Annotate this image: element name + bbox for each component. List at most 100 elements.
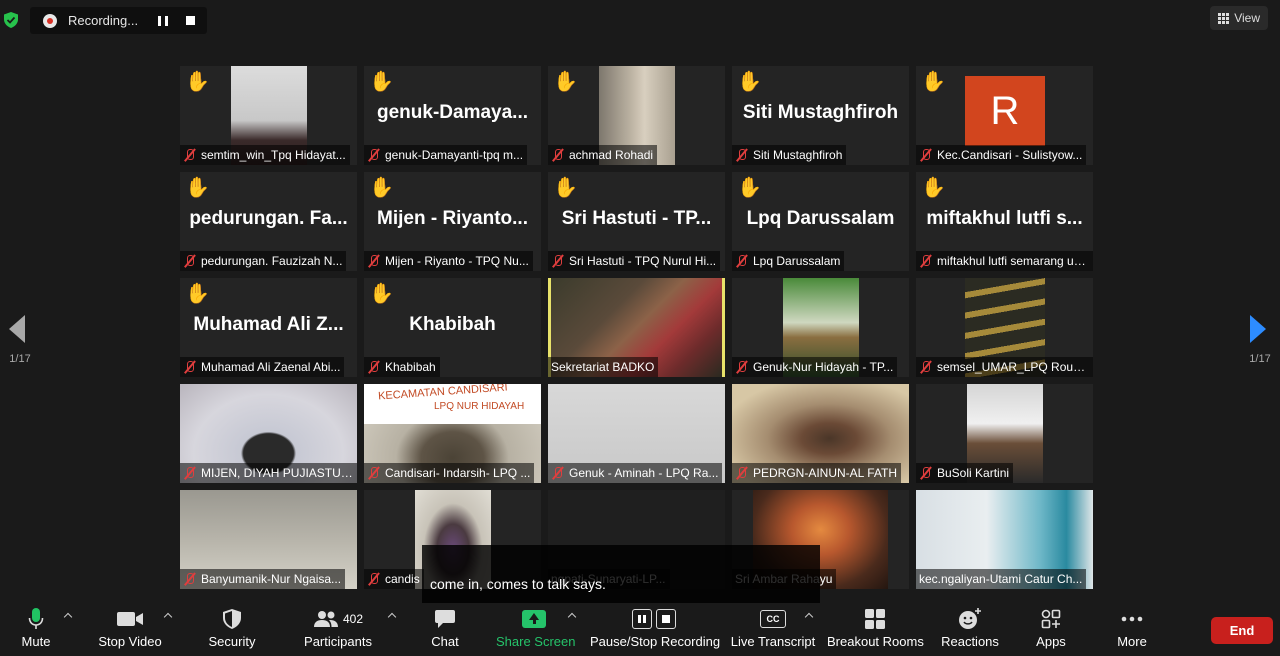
participant-tile[interactable]: kec.ngaliyan-Utami Catur Ch... bbox=[916, 490, 1093, 589]
participants-button[interactable]: 402 Participants bbox=[300, 604, 376, 656]
participant-name: BuSoli Kartini bbox=[937, 466, 1010, 480]
pause-stop-recording-button[interactable]: Pause/Stop Recording bbox=[590, 604, 721, 656]
participant-name: Khabibah bbox=[385, 360, 436, 374]
raised-hand-icon: ✋ bbox=[369, 177, 394, 199]
mute-button[interactable]: Mute bbox=[14, 604, 58, 656]
view-button[interactable]: View bbox=[1210, 6, 1268, 30]
more-dots-icon bbox=[1121, 616, 1143, 622]
encryption-shield-icon[interactable] bbox=[4, 12, 18, 28]
participant-name-label: Kec.Candisari - Sulistyow... bbox=[916, 145, 1087, 165]
apps-icon bbox=[1041, 609, 1061, 629]
participant-tile[interactable]: ✋ genuk-Damaya... genuk-Damayanti-tpq m... bbox=[364, 66, 541, 165]
participant-tile[interactable]: ✋ pedurungan. Fa... pedurungan. Fauzizah N… bbox=[180, 172, 357, 271]
participant-name-label: Banyumanik-Nur Ngaisa... bbox=[180, 569, 346, 589]
video-options-caret-icon[interactable] bbox=[163, 612, 173, 622]
mic-muted-icon bbox=[183, 360, 197, 374]
mic-muted-icon bbox=[919, 466, 933, 480]
stop-icon bbox=[656, 609, 676, 629]
mic-muted-icon bbox=[735, 360, 749, 374]
participant-name-label: Candisari- Indarsih- LPQ ... bbox=[364, 463, 535, 483]
participant-tile[interactable]: ✋ semtim_win_Tpq Hidayat... bbox=[180, 66, 357, 165]
share-screen-button[interactable]: Share Screen bbox=[496, 604, 576, 656]
end-meeting-button[interactable]: End bbox=[1211, 617, 1273, 644]
participant-name-label: semsel_UMAR_LPQ Roud... bbox=[916, 357, 1093, 377]
participants-icon bbox=[313, 611, 338, 627]
mic-muted-icon bbox=[367, 466, 381, 480]
reactions-button[interactable]: Reactions bbox=[940, 604, 1000, 656]
chat-label: Chat bbox=[431, 634, 459, 649]
apps-button[interactable]: Apps bbox=[1031, 604, 1071, 656]
stop-video-button[interactable]: Stop Video bbox=[96, 604, 164, 656]
previous-page-button[interactable]: 1/17 bbox=[0, 283, 40, 373]
meeting-toolbar: Mute Stop Video Security 402 Participant… bbox=[0, 604, 1280, 656]
breakout-rooms-button[interactable]: Breakout Rooms bbox=[827, 604, 924, 656]
next-page-button[interactable]: 1/17 bbox=[1240, 283, 1280, 373]
participant-name: genuk-Damayanti-tpq m... bbox=[385, 148, 524, 162]
mic-muted-icon bbox=[551, 148, 565, 162]
more-button[interactable]: More bbox=[1112, 604, 1152, 656]
security-button[interactable]: Security bbox=[204, 604, 260, 656]
raised-hand-icon: ✋ bbox=[553, 71, 578, 93]
participant-name: Banyumanik-Nur Ngaisa... bbox=[201, 572, 342, 586]
participant-tile[interactable]: BuSoli Kartini bbox=[916, 384, 1093, 483]
participant-tile[interactable]: Banyumanik-Nur Ngaisa... bbox=[180, 490, 357, 589]
participant-name: MIJEN, DIYAH PUJIASTUT... bbox=[201, 466, 353, 480]
raised-hand-icon: ✋ bbox=[185, 71, 210, 93]
raised-hand-icon: ✋ bbox=[737, 177, 762, 199]
participant-tile[interactable]: ✋ Muhamad Ali Z... Muhamad Ali Zaenal Abi.… bbox=[180, 278, 357, 377]
security-label: Security bbox=[208, 634, 256, 649]
mic-muted-icon bbox=[183, 572, 197, 586]
reactions-label: Reactions bbox=[941, 634, 999, 649]
banner-text: LPQ NUR HIDAYAH bbox=[434, 401, 525, 412]
mic-muted-icon bbox=[367, 254, 381, 268]
participant-display-name: Khabibah bbox=[409, 314, 496, 335]
participant-name-label: Sri Hastuti - TPQ Nurul Hi... bbox=[548, 251, 721, 271]
participant-name: Kec.Candisari - Sulistyow... bbox=[937, 148, 1083, 162]
mic-muted-icon bbox=[919, 254, 933, 268]
participant-name-label: Sekretariat BADKO bbox=[548, 357, 659, 377]
participant-tile[interactable]: ✋ Siti Mustaghfiroh Siti Mustaghfiroh bbox=[732, 66, 909, 165]
mic-muted-icon bbox=[919, 360, 933, 374]
page-indicator-right: 1/17 bbox=[1249, 353, 1271, 365]
recording-indicator: Recording... bbox=[30, 7, 207, 34]
participant-name-label: PEDRGN-AINUN-AL FATH bbox=[732, 463, 902, 483]
participant-tile[interactable]: ✋ achmad Rohadi bbox=[548, 66, 725, 165]
mic-muted-icon bbox=[735, 148, 749, 162]
chat-bubble-icon bbox=[435, 610, 455, 628]
mic-muted-icon bbox=[183, 466, 197, 480]
mute-options-caret-icon[interactable] bbox=[63, 612, 73, 622]
caption-text: come in, comes to talk says. bbox=[430, 576, 606, 592]
mic-muted-icon bbox=[919, 148, 933, 162]
participant-tile[interactable]: KECAMATAN CANDISARI LPQ NUR HIDAYAH Candis… bbox=[364, 384, 541, 483]
participant-name-label: kec.ngaliyan-Utami Catur Ch... bbox=[916, 569, 1087, 589]
pause-recording-icon[interactable] bbox=[158, 15, 168, 26]
stop-recording-icon[interactable] bbox=[186, 16, 195, 25]
chat-button[interactable]: Chat bbox=[425, 604, 465, 656]
smiley-icon bbox=[959, 608, 981, 629]
participant-tile[interactable]: semsel_UMAR_LPQ Roud... bbox=[916, 278, 1093, 377]
participant-tile[interactable]: R ✋ Kec.Candisari - Sulistyow... bbox=[916, 66, 1093, 165]
pause-stop-recording-label: Pause/Stop Recording bbox=[590, 634, 721, 649]
participant-name: Siti Mustaghfiroh bbox=[753, 148, 843, 162]
participant-tile[interactable]: Genuk-Nur Hidayah - TP... bbox=[732, 278, 909, 377]
participant-tile[interactable]: Sekretariat BADKO bbox=[548, 278, 725, 377]
live-transcript-button[interactable]: CC Live Transcript bbox=[730, 604, 816, 656]
banner-text: KECAMATAN CANDISARI bbox=[377, 384, 509, 403]
participants-options-caret-icon[interactable] bbox=[387, 612, 397, 622]
participant-tile[interactable]: ✋ Mijen - Riyanto... Mijen - Riyanto - TPQ… bbox=[364, 172, 541, 271]
participant-tile[interactable]: ✋ Khabibah Khabibah bbox=[364, 278, 541, 377]
raised-hand-icon: ✋ bbox=[185, 283, 210, 305]
mic-muted-icon bbox=[367, 360, 381, 374]
participant-tile[interactable]: PEDRGN-AINUN-AL FATH bbox=[732, 384, 909, 483]
video-camera-icon bbox=[117, 612, 143, 626]
participant-tile[interactable]: MIJEN, DIYAH PUJIASTUT... bbox=[180, 384, 357, 483]
participant-tile[interactable]: ✋ Lpq Darussalam Lpq Darussalam bbox=[732, 172, 909, 271]
participant-tile[interactable]: ✋ Sri Hastuti - TP... Sri Hastuti - TPQ Nu… bbox=[548, 172, 725, 271]
raised-hand-icon: ✋ bbox=[921, 71, 946, 93]
participant-tile[interactable]: Genuk - Aminah - LPQ Ra... bbox=[548, 384, 725, 483]
participant-name: Genuk - Aminah - LPQ Ra... bbox=[569, 466, 719, 480]
pause-icon bbox=[632, 609, 652, 629]
more-label: More bbox=[1117, 634, 1147, 649]
participant-display-name: Siti Mustaghfiroh bbox=[742, 102, 899, 123]
participant-tile[interactable]: ✋ miftakhul lutfi s... miftakhul lutfi sem… bbox=[916, 172, 1093, 271]
